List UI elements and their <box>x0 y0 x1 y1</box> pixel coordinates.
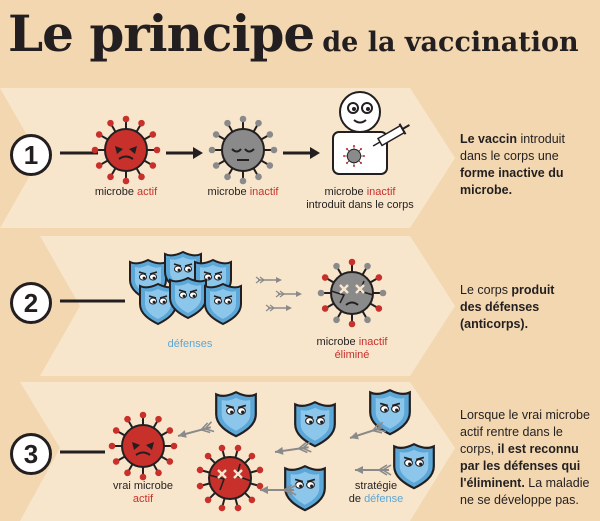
feather-arrow-icon <box>273 441 313 458</box>
caption-defenses: défenses <box>167 338 213 350</box>
active-microbe-icon <box>90 114 162 186</box>
shields-cluster <box>129 251 242 325</box>
step2-description: Le corps produit des défenses (anticorps)… <box>460 283 555 331</box>
caption-eliminated-microbe: microbe inactif éliminé <box>316 336 388 361</box>
caption-real-microbe: vrai microbe actif <box>113 480 173 505</box>
shield-icon <box>204 283 242 325</box>
small-arrow-icon <box>255 276 283 284</box>
arrow-icon <box>166 147 203 159</box>
caption-inactive-microbe: microbe inactif <box>207 186 279 198</box>
caption-inactive-introduced: microbe inactif introduit dans le corps <box>306 186 414 211</box>
shield-icon <box>294 401 336 448</box>
step3-description: Lorsque le vrai microbe actif rentre dan… <box>460 408 590 507</box>
feather-arrow-icon <box>354 464 392 476</box>
step1-number: 1 <box>10 134 52 176</box>
step1-description: Le vaccin introduit dans le corps une fo… <box>460 132 565 197</box>
small-arrow-icon <box>265 304 293 312</box>
person-icon <box>332 91 410 175</box>
caption-active-microbe: microbe actif <box>94 186 158 198</box>
real-active-microbe-icon <box>107 410 179 482</box>
eliminated-microbe-icon <box>316 257 388 329</box>
feather-arrow-icon <box>347 421 387 444</box>
arrow-icon <box>283 147 320 159</box>
destroyed-microbe-icon <box>195 443 265 513</box>
infographic: Le principe de la vaccination 1 2 3 micr… <box>0 0 600 521</box>
feather-arrow-icon <box>175 420 216 442</box>
inactive-microbe-icon <box>207 114 279 186</box>
step3-number: 3 <box>10 433 52 475</box>
shield-icon <box>169 277 207 319</box>
caption-defense-strategy: stratégie de défense <box>348 480 404 505</box>
step2-number: 2 <box>10 282 52 324</box>
shield-icon <box>215 391 257 438</box>
small-arrow-icon <box>275 290 303 298</box>
feather-arrow-icon <box>259 484 297 496</box>
